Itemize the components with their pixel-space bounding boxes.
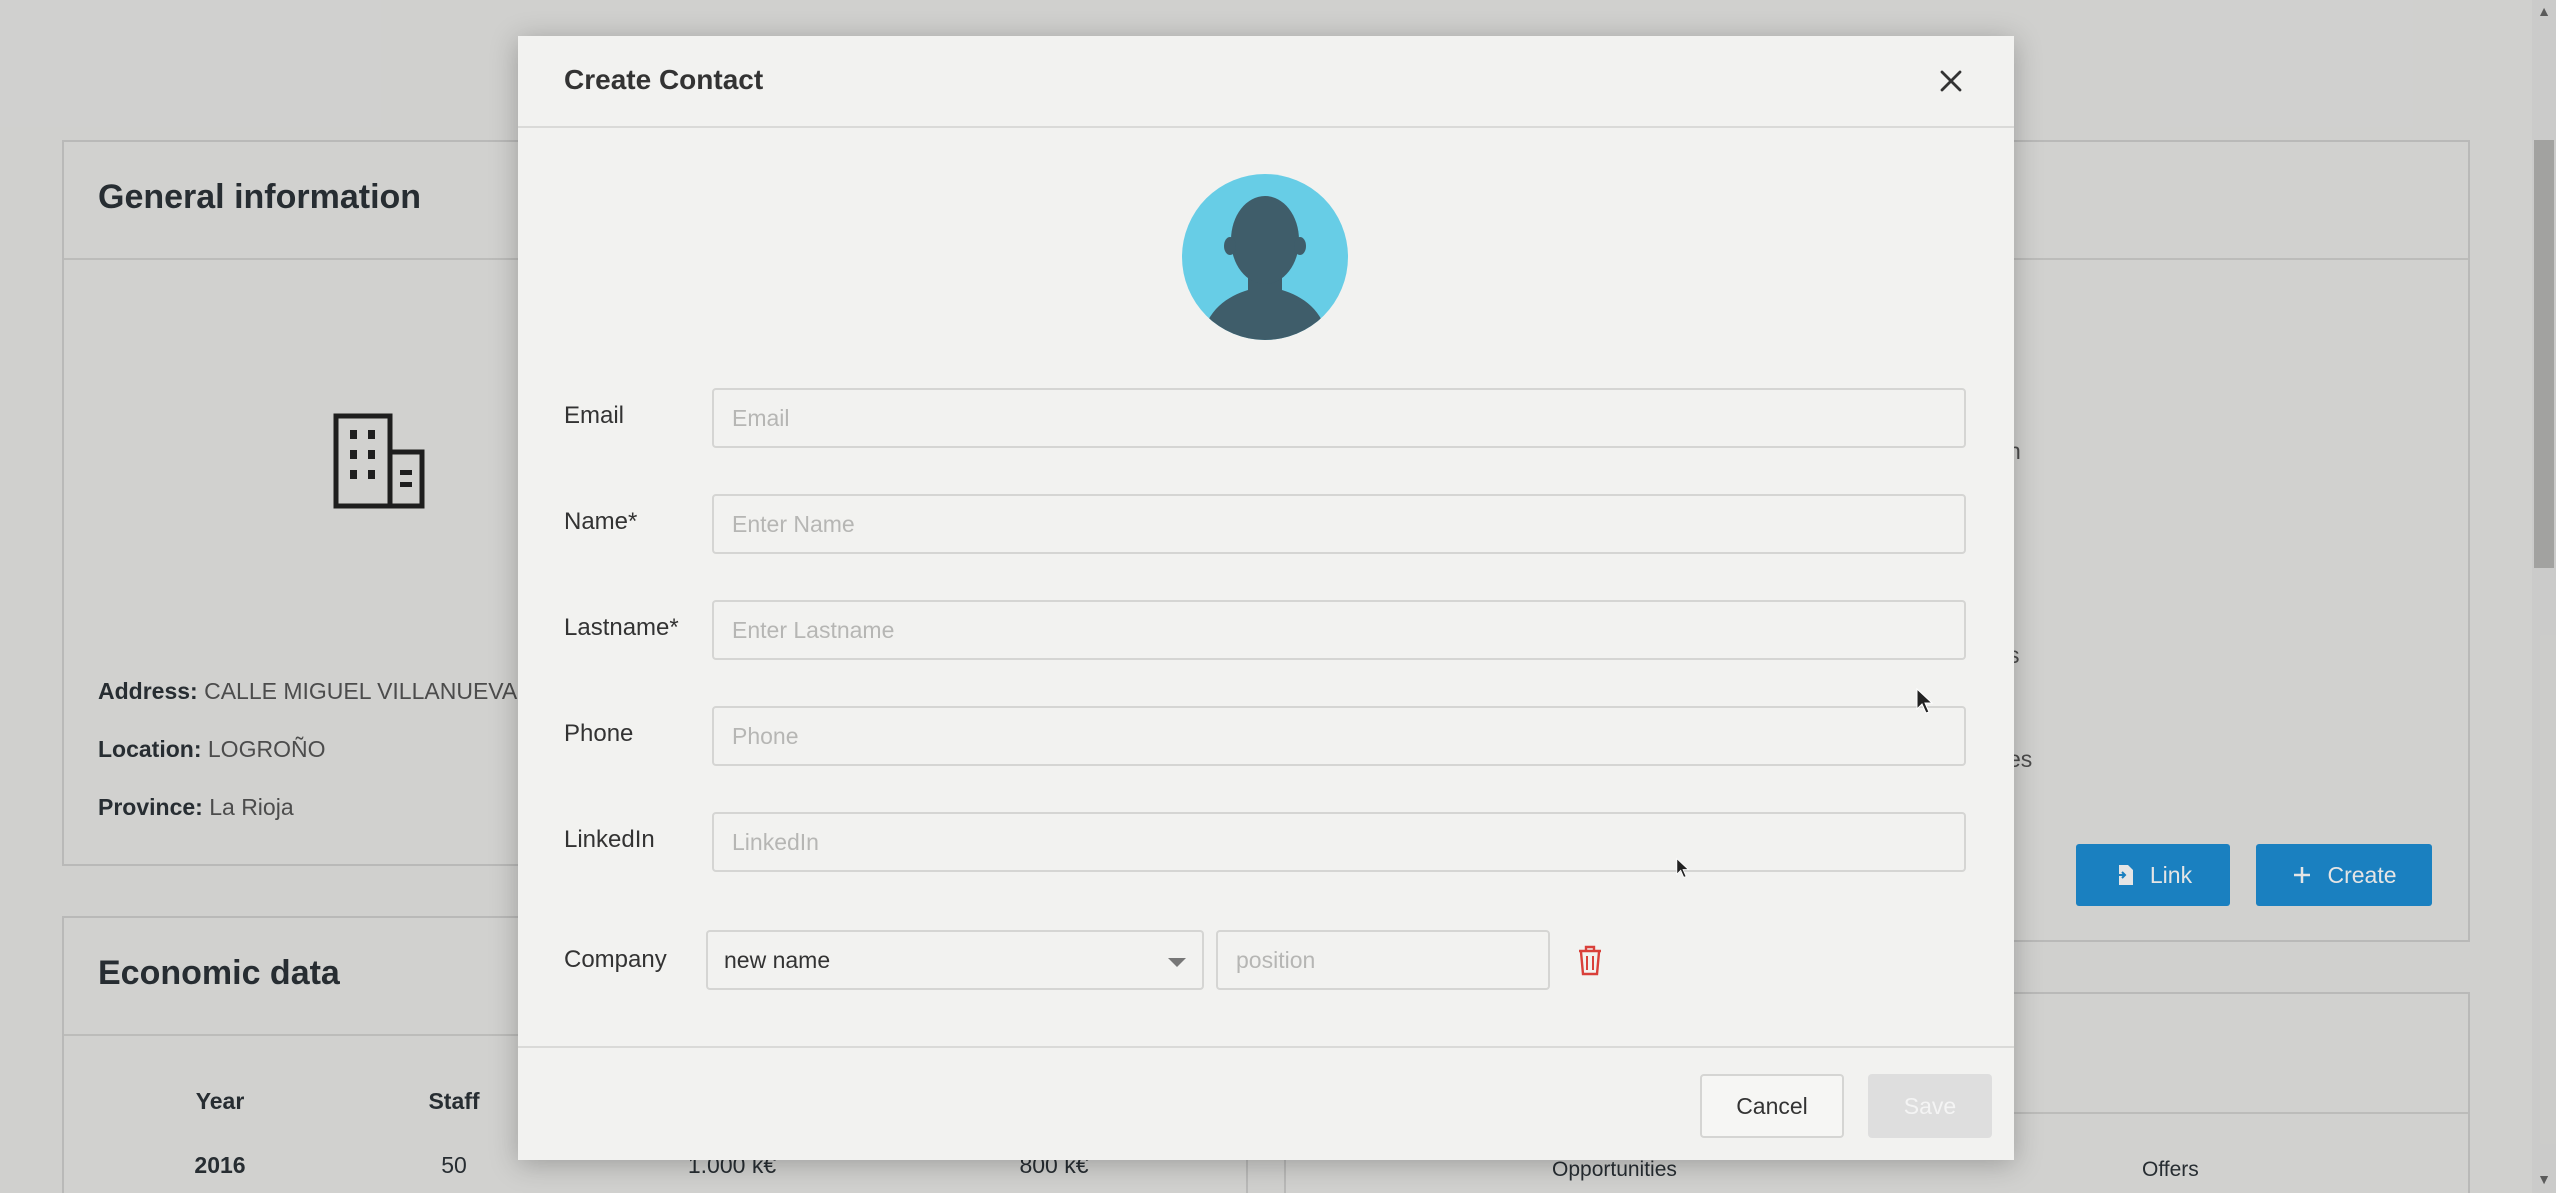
lastname-label: Lastname* [564, 614, 679, 641]
close-icon[interactable] [1934, 64, 1968, 98]
mouse-cursor-icon [1916, 688, 1934, 714]
company-label: Company [564, 946, 667, 973]
create-contact-modal: Create Contact Email Name* Lastname* Pho… [518, 36, 2014, 1160]
cancel-button[interactable]: Cancel [1700, 1074, 1844, 1138]
modal-footer-divider [518, 1046, 2014, 1048]
chevron-down-icon [1168, 958, 1186, 967]
lastname-field[interactable] [712, 600, 1966, 660]
company-selected-value: new name [724, 946, 831, 973]
name-field[interactable] [712, 494, 1966, 554]
trash-icon[interactable] [1576, 944, 1604, 976]
company-select[interactable]: new name [706, 930, 1204, 990]
linkedin-label: LinkedIn [564, 826, 655, 853]
name-label: Name* [564, 508, 638, 535]
position-input[interactable] [1216, 930, 1550, 990]
phone-field[interactable] [712, 706, 1966, 766]
avatar[interactable] [1182, 174, 1348, 340]
email-field[interactable] [712, 388, 1966, 448]
mouse-cursor-icon [1676, 858, 1690, 878]
save-button[interactable]: Save [1868, 1074, 1992, 1138]
modal-header: Create Contact [518, 36, 2014, 128]
phone-label: Phone [564, 720, 634, 747]
modal-title: Create Contact [564, 64, 764, 95]
person-silhouette-icon [1202, 196, 1328, 340]
email-label: Email [564, 402, 625, 429]
linkedin-field[interactable] [712, 812, 1966, 872]
